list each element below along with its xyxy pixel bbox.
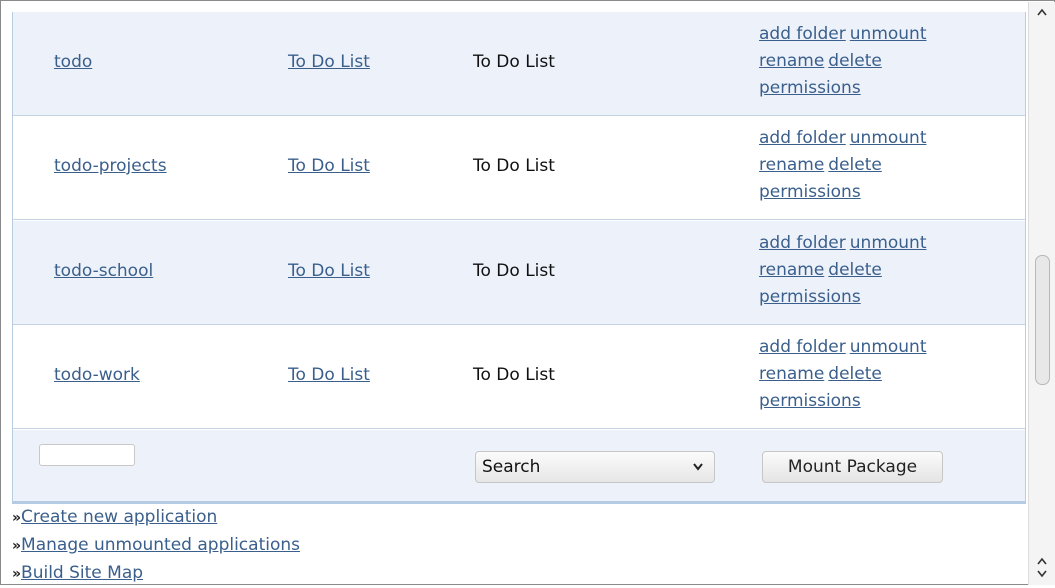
rename-link[interactable]: rename <box>759 364 824 384</box>
delete-link[interactable]: delete <box>828 364 882 384</box>
app-name-link[interactable]: todo-projects <box>54 156 167 176</box>
bullet-icon: » <box>12 538 22 554</box>
row-actions: add folder unmount rename delete permissio… <box>759 125 931 206</box>
package-select-value: Search <box>482 457 541 477</box>
scrollbar-thumb[interactable] <box>1035 255 1050 385</box>
rename-link[interactable]: rename <box>759 155 824 175</box>
app-name-link[interactable]: todo-work <box>54 365 140 385</box>
app-description: To Do List <box>473 365 555 385</box>
add-folder-link[interactable]: add folder <box>759 128 846 148</box>
bullet-icon: » <box>12 510 22 526</box>
build-sitemap-item: »Build Site Map <box>12 560 300 588</box>
package-link[interactable]: To Do List <box>288 52 370 72</box>
package-link[interactable]: To Do List <box>288 261 370 281</box>
mount-form-row: Search Mount Package <box>13 430 1025 501</box>
vertical-scrollbar[interactable] <box>1028 2 1055 585</box>
delete-link[interactable]: delete <box>828 51 882 71</box>
delete-link[interactable]: delete <box>828 260 882 280</box>
package-link[interactable]: To Do List <box>288 156 370 176</box>
mount-name-input[interactable] <box>39 444 135 466</box>
unmount-link[interactable]: unmount <box>850 233 927 253</box>
permissions-link[interactable]: permissions <box>759 182 861 202</box>
table-row: todo To Do List To Do List add folder unm… <box>13 12 1025 116</box>
table-row: todo-work To Do List To Do List add fold… <box>13 325 1025 429</box>
rename-link[interactable]: rename <box>759 51 824 71</box>
permissions-link[interactable]: permissions <box>759 391 861 411</box>
table-row: todo-school To Do List To Do List add fo… <box>13 221 1025 325</box>
app-description: To Do List <box>473 261 555 281</box>
page-frame: todo To Do List To Do List add folder unm… <box>0 0 1055 585</box>
unmount-link[interactable]: unmount <box>850 24 927 44</box>
row-actions: add folder unmount rename delete permissio… <box>759 21 931 102</box>
package-select[interactable]: Search <box>475 451 715 483</box>
applications-table: todo To Do List To Do List add folder unm… <box>12 12 1026 504</box>
app-name-link[interactable]: todo-school <box>54 261 153 281</box>
add-folder-link[interactable]: add folder <box>759 24 846 44</box>
create-application-link[interactable]: Create new application <box>21 507 217 527</box>
rename-link[interactable]: rename <box>759 260 824 280</box>
chevron-down-icon[interactable] <box>1029 568 1055 583</box>
app-description: To Do List <box>473 52 555 72</box>
unmount-link[interactable]: unmount <box>850 128 927 148</box>
app-description: To Do List <box>473 156 555 176</box>
row-actions: add folder unmount rename delete permissio… <box>759 334 931 415</box>
manage-unmounted-item: »Manage unmounted applications <box>12 532 300 560</box>
chevron-down-icon <box>692 452 704 494</box>
unmount-link[interactable]: unmount <box>850 337 927 357</box>
app-name-link[interactable]: todo <box>54 52 92 72</box>
permissions-link[interactable]: permissions <box>759 287 861 307</box>
add-folder-link[interactable]: add folder <box>759 337 846 357</box>
chevron-up-icon[interactable] <box>1029 6 1055 21</box>
row-actions: add folder unmount rename delete permissio… <box>759 230 931 311</box>
mount-package-button[interactable]: Mount Package <box>762 451 943 483</box>
bullet-icon: » <box>12 566 22 582</box>
add-folder-link[interactable]: add folder <box>759 233 846 253</box>
manage-unmounted-link[interactable]: Manage unmounted applications <box>21 535 300 555</box>
create-application-item: »Create new application <box>12 504 300 532</box>
table-row: todo-projects To Do List To Do List add … <box>13 116 1025 220</box>
delete-link[interactable]: delete <box>828 155 882 175</box>
admin-links: »Create new application »Manage unmounte… <box>12 504 300 588</box>
package-link[interactable]: To Do List <box>288 365 370 385</box>
build-sitemap-link[interactable]: Build Site Map <box>21 563 143 583</box>
permissions-link[interactable]: permissions <box>759 78 861 98</box>
